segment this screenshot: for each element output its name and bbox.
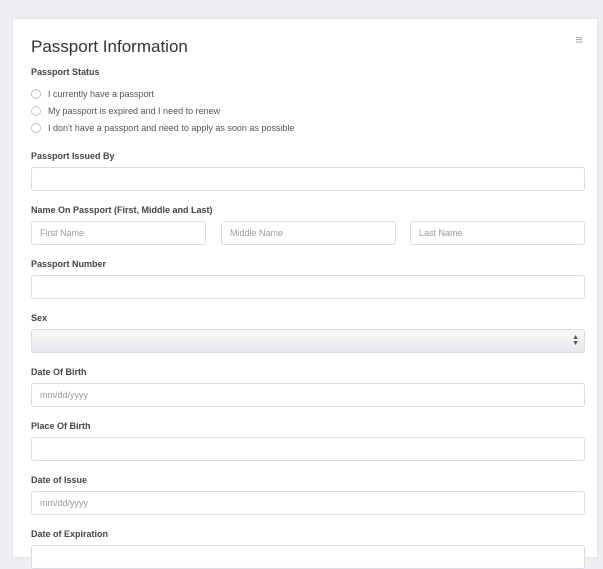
pob-input[interactable]	[31, 437, 585, 461]
select-arrows-icon: ▲ ▼	[572, 334, 579, 347]
sex-label: Sex	[31, 313, 48, 323]
passport-status-label: Passport Status	[31, 67, 100, 77]
hamburger-icon[interactable]: ≡	[575, 33, 583, 46]
form-title: Passport Information	[31, 37, 188, 56]
radio-have-passport[interactable]: I currently have a passport	[31, 87, 154, 101]
radio-circle[interactable]	[31, 123, 41, 133]
passport-number-input[interactable]	[31, 275, 585, 299]
expiration-date-label: Date of Expiration	[31, 529, 109, 539]
passport-form-card: ≡ Passport Information Passport Status I…	[12, 18, 598, 569]
middle-name-input[interactable]: Middle Name	[221, 221, 396, 245]
dob-label: Date Of Birth	[31, 367, 87, 377]
radio-no-passport[interactable]: I don't have a passport and need to appl…	[31, 121, 294, 135]
first-name-input[interactable]: First Name	[31, 221, 206, 245]
issued-by-label: Passport Issued By	[31, 151, 115, 161]
last-name-input[interactable]: Last Name	[410, 221, 585, 245]
radio-circle[interactable]	[31, 106, 41, 116]
issue-date-label: Date of Issue	[31, 475, 88, 485]
sex-select[interactable]: ▲ ▼	[31, 329, 585, 353]
expiration-date-input[interactable]	[31, 545, 585, 569]
radio-circle[interactable]	[31, 89, 41, 99]
radio-label: I currently have a passport	[48, 89, 155, 99]
dob-input[interactable]: mm/dd/yyyy	[31, 383, 585, 407]
passport-number-label: Passport Number	[31, 259, 107, 269]
issued-by-input[interactable]	[31, 167, 585, 191]
radio-label: My passport is expired and I need to ren…	[48, 106, 221, 116]
radio-expired-passport[interactable]: My passport is expired and I need to ren…	[31, 104, 220, 118]
radio-label: I don't have a passport and need to appl…	[48, 123, 295, 133]
name-on-passport-label: Name On Passport (First, Middle and Last…	[31, 205, 213, 215]
pob-label: Place Of Birth	[31, 421, 91, 431]
issue-date-input[interactable]: mm/dd/yyyy	[31, 491, 585, 515]
